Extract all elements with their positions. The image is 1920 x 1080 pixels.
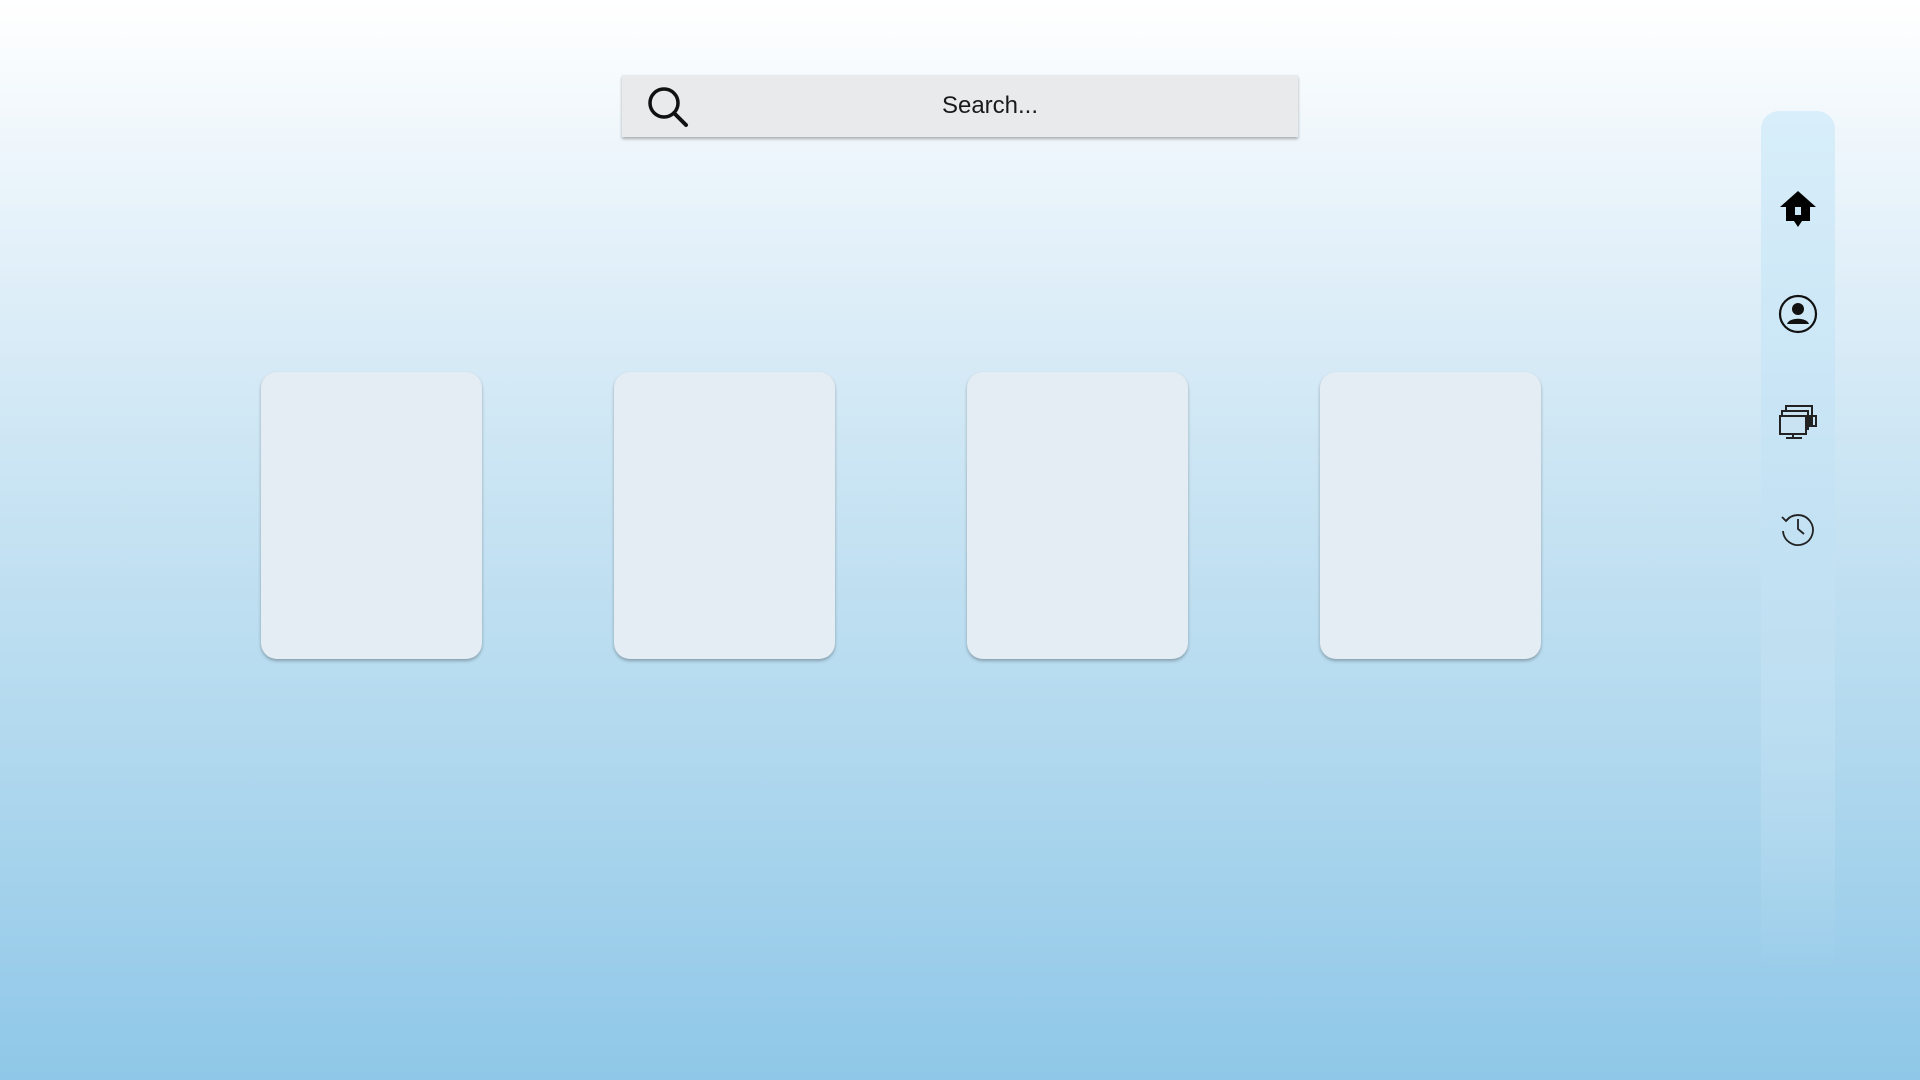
- sidebar-item-home[interactable]: [1778, 189, 1818, 229]
- card-3[interactable]: [967, 372, 1188, 659]
- history-icon: [1781, 514, 1814, 546]
- windows-icon: [1779, 405, 1817, 439]
- card-1[interactable]: [261, 372, 482, 659]
- profile-icon: [1778, 294, 1818, 334]
- card-4[interactable]: [1320, 372, 1541, 659]
- search-icon[interactable]: [646, 85, 690, 129]
- sidebar-item-windows[interactable]: [1778, 404, 1818, 444]
- sidebar: [1761, 111, 1835, 971]
- sidebar-item-history[interactable]: [1778, 509, 1818, 549]
- search-bar[interactable]: [622, 75, 1298, 137]
- home-icon: [1780, 191, 1816, 227]
- search-input[interactable]: [622, 75, 1298, 137]
- card-2[interactable]: [614, 372, 835, 659]
- sidebar-item-profile[interactable]: [1778, 294, 1818, 334]
